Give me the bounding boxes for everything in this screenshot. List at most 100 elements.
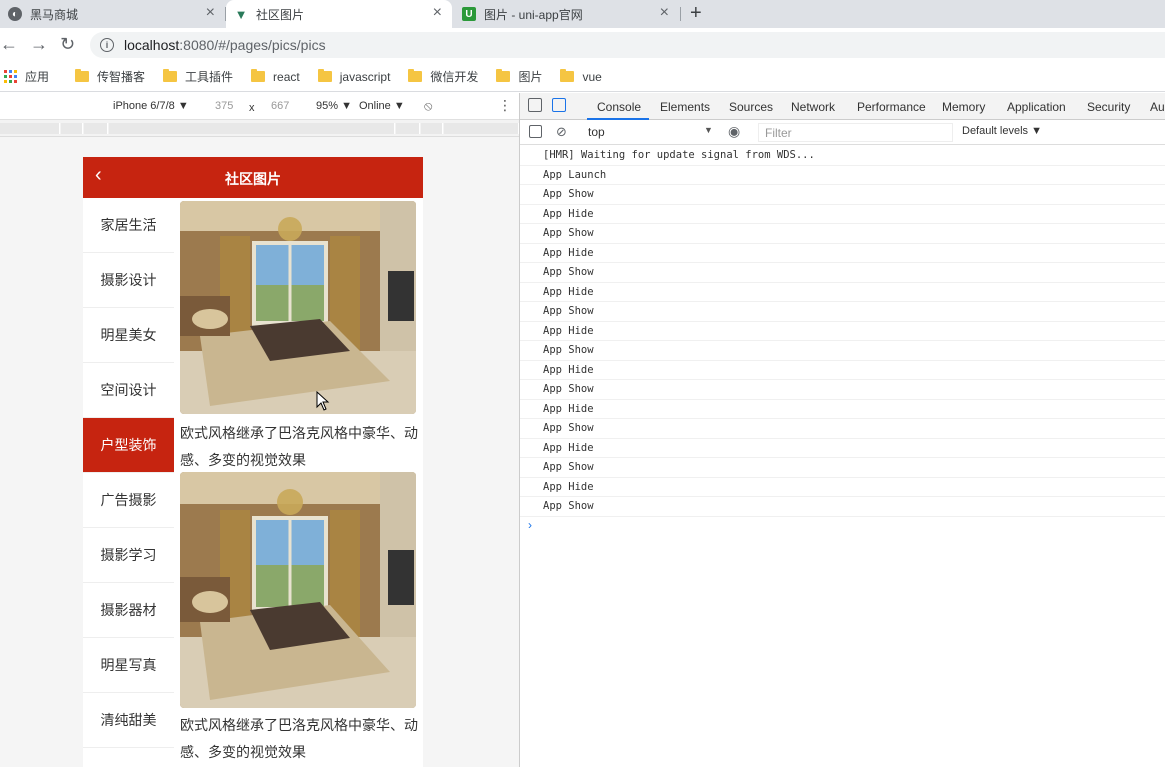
chevron-down-icon[interactable]: ▼ xyxy=(704,125,713,135)
tab-title: 图片 - uni-app官网 xyxy=(484,7,583,22)
bookmark-folder[interactable]: 微信开发 xyxy=(408,68,478,85)
device-select[interactable]: iPhone 6/7/8 ▼ xyxy=(113,100,189,112)
device-height-input[interactable]: 667 xyxy=(271,100,289,112)
page-title: 社区图片 xyxy=(225,171,281,187)
bookmark-label: 应用 xyxy=(25,70,50,84)
tab-uniapp[interactable]: U 图片 - uni-app官网 × xyxy=(454,0,679,28)
bookmark-label: vue xyxy=(582,69,602,84)
context-select[interactable]: top xyxy=(588,125,605,139)
bookmark-label: 图片 xyxy=(518,70,543,84)
bookmark-folder[interactable]: vue xyxy=(560,69,602,84)
bookmark-label: 工具插件 xyxy=(185,70,234,84)
bookmark-folder[interactable]: javascript xyxy=(317,69,391,84)
category-item-selected[interactable]: 户型装饰 xyxy=(83,418,174,473)
console-message: App Hide xyxy=(520,283,1165,302)
eye-icon[interactable]: ◉ xyxy=(728,123,740,140)
mobile-app-page: ‹ 社区图片 家居生活 摄影设计 明星美女 空间设计 户型装饰 广告摄影 摄影学… xyxy=(83,157,423,767)
rotate-icon[interactable]: ⦸ xyxy=(424,98,432,114)
tab-memory[interactable]: Memory xyxy=(942,100,985,114)
tab-community-pics[interactable]: ▼ 社区图片 × xyxy=(226,0,452,28)
info-icon[interactable]: i xyxy=(100,38,114,52)
globe-icon: ◐ xyxy=(8,7,22,21)
tab-console[interactable]: Console xyxy=(597,100,641,114)
console-message: App Show xyxy=(520,458,1165,478)
folder-icon xyxy=(408,69,423,82)
console-message: [HMR] Waiting for update signal from WDS… xyxy=(520,146,1165,166)
tab-title: 黑马商城 xyxy=(30,7,79,22)
close-icon[interactable]: × xyxy=(433,5,442,21)
console-message: App Show xyxy=(520,224,1165,244)
devtools-panel: Console Elements Sources Network Perform… xyxy=(519,93,1165,767)
category-item[interactable]: 明星写真 xyxy=(83,638,174,693)
folder-icon xyxy=(163,69,178,82)
bookmark-folder[interactable]: react xyxy=(251,69,300,84)
media-query-ruler xyxy=(0,120,519,137)
tab-security[interactable]: Security xyxy=(1087,100,1130,114)
console-message: App Show xyxy=(520,341,1165,361)
console-message: App Hide xyxy=(520,322,1165,341)
device-toggle-icon[interactable] xyxy=(552,98,566,112)
bookmark-label: javascript xyxy=(339,69,391,84)
console-prompt[interactable]: › xyxy=(520,517,1165,533)
sidebar-toggle-icon[interactable] xyxy=(529,125,542,138)
inspect-element-icon[interactable] xyxy=(528,98,542,112)
tab-application[interactable]: Application xyxy=(1007,100,1066,114)
console-message: App Show xyxy=(520,380,1165,400)
more-options-icon[interactable]: ⋮ xyxy=(498,97,512,114)
tab-title: 社区图片 xyxy=(256,7,305,22)
console-message: App Show xyxy=(520,185,1165,205)
category-item[interactable]: 广告摄影 xyxy=(83,473,174,528)
log-levels-select[interactable]: Default levels ▼ xyxy=(962,125,1042,137)
tab-performance[interactable]: Performance xyxy=(857,100,926,114)
device-toolbar: iPhone 6/7/8 ▼ 375 x 667 95% ▼ Online ▼ … xyxy=(0,93,519,120)
console-message: App Show xyxy=(520,302,1165,322)
tab-heima[interactable]: ◐ 黑马商城 × xyxy=(0,0,225,28)
bookmark-folder[interactable]: 传智播客 xyxy=(75,68,145,85)
tab-elements[interactable]: Elements xyxy=(660,100,710,114)
bookmark-folder[interactable]: 工具插件 xyxy=(163,68,233,85)
apps-grid-icon xyxy=(4,70,17,83)
url-path: :8080/#/pages/pics/pics xyxy=(179,37,326,53)
bookmark-folder[interactable]: 图片 xyxy=(496,68,542,85)
bookmark-label: 传智播客 xyxy=(97,70,146,84)
category-item[interactable]: 清纯甜美 xyxy=(83,693,174,748)
item-description: 欧式风格继承了巴洛克风格中豪华、动感、多变的视觉效果 xyxy=(180,717,418,760)
category-item[interactable]: 摄影设计 xyxy=(83,253,174,308)
tab-audits[interactable]: Au xyxy=(1150,100,1165,114)
category-item[interactable]: 空间设计 xyxy=(83,363,174,418)
console-message: App Hide xyxy=(520,478,1165,497)
reload-icon[interactable]: ↻ xyxy=(60,34,75,54)
clear-console-icon[interactable]: ⊘ xyxy=(556,124,567,140)
console-message: App Hide xyxy=(520,439,1165,458)
folder-icon xyxy=(251,69,266,82)
mouse-cursor-icon xyxy=(316,391,330,411)
bookmark-label: react xyxy=(273,69,300,84)
bedroom-photo[interactable] xyxy=(180,201,416,414)
category-item[interactable]: 家居生活 xyxy=(83,198,174,253)
device-width-input[interactable]: 375 xyxy=(215,100,233,112)
navigation-bar: ← → ↻ i localhost:8080/#/pages/pics/pics xyxy=(0,28,1165,62)
folder-icon xyxy=(496,69,511,82)
zoom-select[interactable]: 95% ▼ xyxy=(316,100,352,112)
address-bar[interactable]: i localhost:8080/#/pages/pics/pics xyxy=(90,32,1165,58)
category-item[interactable]: 明星美女 xyxy=(83,308,174,363)
new-tab-button[interactable]: + xyxy=(690,2,702,25)
back-arrow-icon[interactable]: ← xyxy=(0,34,18,54)
close-icon[interactable]: × xyxy=(206,5,215,21)
category-item[interactable]: 摄影学习 xyxy=(83,528,174,583)
browser-tab-strip: ◐ 黑马商城 × ▼ 社区图片 × U 图片 - uni-app官网 × + xyxy=(0,0,1165,28)
bedroom-photo[interactable] xyxy=(180,472,416,708)
bookmark-apps[interactable]: 应用 xyxy=(2,68,49,85)
network-throttle-select[interactable]: Online ▼ xyxy=(359,100,405,112)
tab-network[interactable]: Network xyxy=(791,100,835,114)
folder-icon xyxy=(75,69,90,82)
console-toolbar: ⊘ top ▼ ◉ Filter Default levels ▼ xyxy=(520,120,1165,145)
console-message: App Hide xyxy=(520,361,1165,380)
forward-arrow-icon[interactable]: → xyxy=(30,34,48,54)
tab-sources[interactable]: Sources xyxy=(729,100,773,114)
close-icon[interactable]: × xyxy=(660,5,669,21)
tab-divider xyxy=(680,7,681,21)
filter-input[interactable]: Filter xyxy=(758,123,953,142)
console-message: App Show xyxy=(520,497,1165,517)
category-item[interactable]: 摄影器材 xyxy=(83,583,174,638)
